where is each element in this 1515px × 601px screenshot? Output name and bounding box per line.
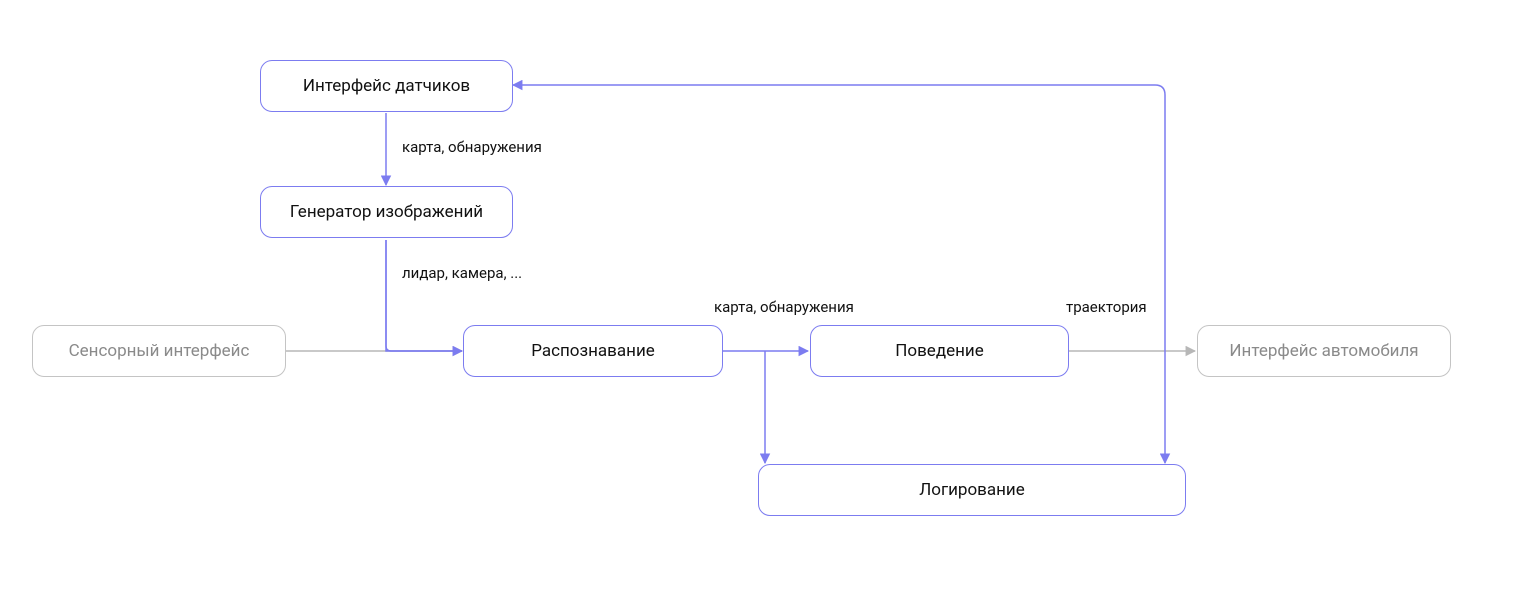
node-datchik-interface: Интерфейс датчиков: [260, 60, 513, 112]
node-label: Генератор изображений: [290, 202, 483, 222]
node-image-generator: Генератор изображений: [260, 186, 513, 238]
node-recognition: Распознавание: [463, 325, 723, 377]
node-vehicle-interface: Интерфейс автомобиля: [1197, 325, 1451, 377]
edge-label-lidar-camera: лидар, камера, ...: [402, 264, 522, 282]
node-sensor-interface: Сенсорный интерфейс: [32, 325, 286, 377]
edge-label-map-detections-1: карта, обнаружения: [402, 138, 542, 156]
node-label: Распознавание: [531, 341, 655, 361]
edge-imggen-to-recognition-arrow: [386, 240, 462, 351]
node-label: Сенсорный интерфейс: [69, 341, 250, 361]
node-label: Интерфейс автомобиля: [1229, 341, 1418, 361]
node-behavior: Поведение: [810, 325, 1069, 377]
edge-label-trajectory: траектория: [1066, 298, 1147, 316]
node-label: Поведение: [895, 341, 983, 361]
diagram-canvas: Сенсорный интерфейс Интерфейс датчиков Г…: [0, 0, 1515, 601]
edge-label-map-detections-2: карта, обнаружения: [714, 298, 854, 316]
edge-imggen-to-recognition: [386, 240, 462, 351]
node-logging: Логирование: [758, 464, 1186, 516]
node-label: Логирование: [919, 480, 1025, 500]
node-label: Интерфейс датчиков: [303, 76, 470, 96]
